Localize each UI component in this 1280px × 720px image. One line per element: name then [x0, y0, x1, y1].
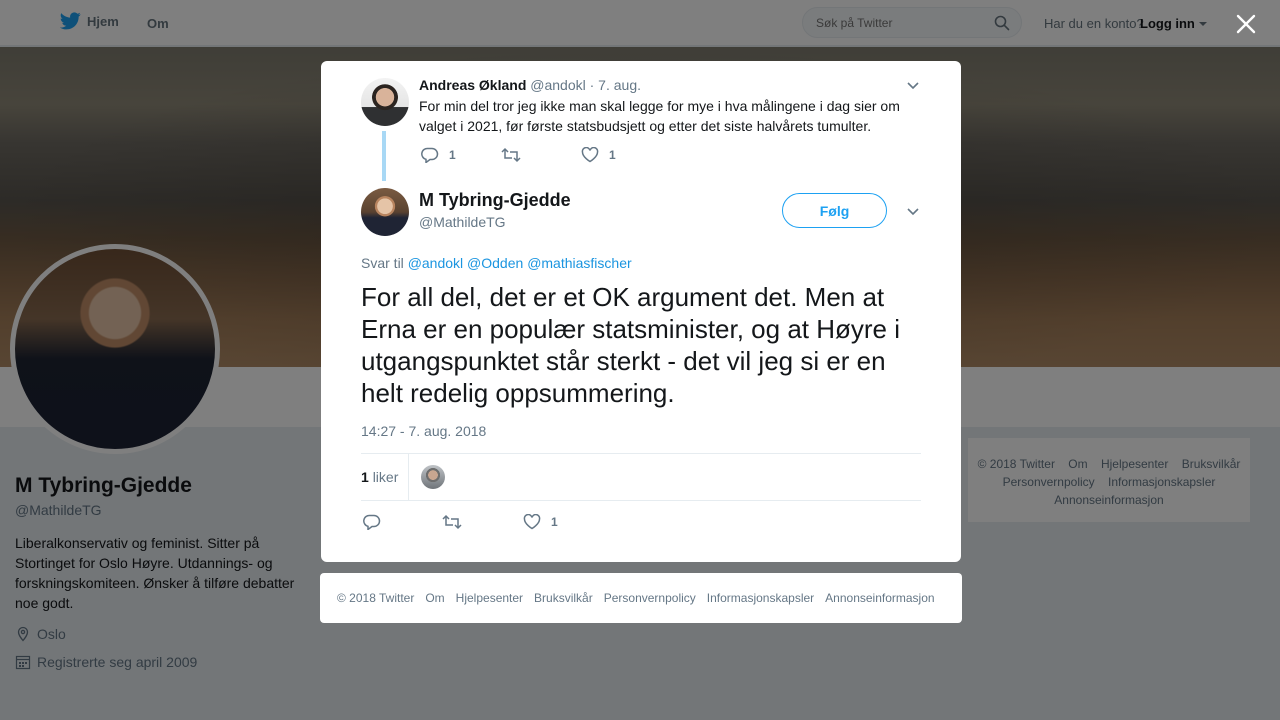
like-count: 1 [551, 515, 558, 529]
chevron-down-icon[interactable] [906, 78, 920, 92]
likes-stat-count: 1 [361, 469, 369, 485]
thread-connector [382, 131, 386, 181]
parent-reply-button[interactable]: 1 [421, 147, 456, 163]
footer-link-privacy[interactable]: Personvernpolicy [604, 591, 696, 605]
reply-icon [421, 147, 439, 163]
footer-copyright: © 2018 Twitter [337, 591, 415, 605]
chevron-down-icon[interactable] [906, 204, 920, 218]
reply-icon [363, 514, 381, 530]
mention-link[interactable]: @mathiasfischer [527, 255, 631, 271]
footer-link-cookies[interactable]: Informasjonskapsler [707, 591, 814, 605]
footer-link-terms[interactable]: Bruksvilkår [534, 591, 593, 605]
like-button[interactable]: 1 [523, 514, 558, 530]
retweet-button[interactable] [442, 514, 462, 530]
heart-icon [581, 147, 599, 163]
parent-reply-count: 1 [449, 148, 456, 162]
retweet-icon [442, 514, 462, 530]
main-tweet-name[interactable]: M Tybring-Gjedde [419, 190, 571, 211]
tweet-timestamp[interactable]: 14:27 - 7. aug. 2018 [361, 423, 486, 439]
modal-footer: © 2018 Twitter Om Hjelpesenter Bruksvilk… [320, 573, 962, 623]
heart-icon [523, 514, 541, 530]
footer-link-ads[interactable]: Annonseinformasjon [825, 591, 934, 605]
mention-link[interactable]: @Odden [467, 255, 523, 271]
parent-tweet-header: Andreas Økland @andokl · 7. aug. [419, 77, 641, 93]
footer-link-help[interactable]: Hjelpesenter [456, 591, 523, 605]
parent-tweet-text: For min del tror jeg ikke man skal legge… [419, 98, 900, 134]
reply-context: Svar til @andokl @Odden @mathiasfischer [361, 255, 632, 271]
parent-retweet-button[interactable] [501, 147, 521, 163]
retweet-icon [501, 147, 521, 163]
main-tweet-avatar[interactable] [361, 188, 409, 236]
liker-avatar[interactable] [421, 465, 445, 489]
stats-divider [408, 454, 409, 500]
follow-button[interactable]: Følg [782, 193, 887, 228]
likes-stat-label: liker [372, 469, 399, 485]
main-tweet-text: For all del, det er et OK argument det. … [361, 282, 901, 408]
parent-tweet-handle[interactable]: @andokl [530, 77, 585, 93]
parent-like-button[interactable]: 1 [581, 147, 616, 163]
close-icon[interactable] [1234, 12, 1258, 36]
parent-tweet-avatar[interactable] [361, 78, 409, 126]
likes-stat[interactable]: 1 liker [361, 469, 398, 485]
main-tweet-handle[interactable]: @MathildeTG [419, 214, 506, 230]
parent-tweet-date[interactable]: · 7. aug. [590, 77, 641, 93]
tweet-modal: Andreas Økland @andokl · 7. aug. For min… [321, 61, 961, 562]
reply-button[interactable] [363, 514, 381, 530]
parent-tweet-name[interactable]: Andreas Økland [419, 77, 526, 93]
parent-like-count: 1 [609, 148, 616, 162]
footer-link-about[interactable]: Om [425, 591, 444, 605]
reply-prefix: Svar til [361, 255, 404, 271]
tweet-stats: 1 liker [361, 453, 921, 501]
mention-link[interactable]: @andokl [408, 255, 463, 271]
